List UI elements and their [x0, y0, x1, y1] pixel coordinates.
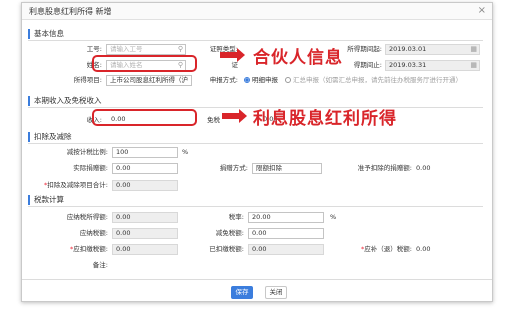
- radio-detail-label: 明细申报: [252, 76, 278, 84]
- dialog-header: 利息股息红利所得 新增 ×: [22, 3, 492, 20]
- deduct-total-label: *扣除及减除项目合计:: [30, 181, 108, 190]
- dialog-title: 利息股息红利所得 新增: [29, 7, 112, 16]
- stage: 利息股息红利所得 新增 × 基本信息 工号: 请输入工号 ⚲ 证照类型: 所得期…: [0, 0, 513, 315]
- remark-input[interactable]: [112, 260, 472, 271]
- section-income-title: 本期收入及免税收入: [28, 96, 102, 106]
- ratio-label: 减按计税比例:: [66, 148, 108, 156]
- donation-method-label: 捐赠方式:: [219, 164, 248, 172]
- refund-value: 0.00: [416, 245, 431, 253]
- ratio-input[interactable]: 100: [112, 147, 178, 158]
- allowed-donation-label: 准予扣除的捐赠额:: [357, 164, 412, 172]
- withheld-label: 已扣缴税额:: [209, 245, 244, 253]
- period-start-field[interactable]: 2019.03.01 ▦: [385, 44, 480, 55]
- annotation-dividend-income: 利息股息红利所得: [253, 109, 397, 129]
- rate-label: 税率:: [228, 213, 244, 221]
- should-withhold-field: 0.00: [112, 244, 178, 255]
- arrow-to-note2: [222, 109, 247, 123]
- project-label: 所得项目:: [73, 76, 102, 84]
- remark-label: 备注:: [92, 261, 108, 269]
- section-divider: [28, 143, 483, 144]
- section-divider: [28, 40, 483, 41]
- rate-unit: %: [330, 213, 337, 221]
- should-withhold-label: *应扣缴税额:: [42, 245, 108, 254]
- deduct-total-field: 0.00: [112, 180, 178, 191]
- radio-detail-declare[interactable]: 明细申报: [244, 76, 278, 85]
- annotation-partner-info: 合伙人信息: [253, 48, 343, 68]
- withheld-field: 0.00: [248, 244, 324, 255]
- refund-label: *应补（退）税额:: [340, 245, 412, 254]
- period-start-value: 2019.03.01: [389, 45, 427, 53]
- arrow-to-note1: [220, 48, 245, 62]
- search-icon[interactable]: ⚲: [178, 45, 183, 54]
- project-select[interactable]: 上市公司股息红利所得（沪: [106, 75, 192, 86]
- taxable-income-field: 0.00: [112, 212, 178, 223]
- refund-text: 应补（退）税额:: [364, 245, 412, 253]
- calendar-icon[interactable]: ▦: [470, 61, 477, 70]
- period-end-value: 2019.03.31: [389, 61, 427, 69]
- taxable-income-label: 应纳税所得额:: [66, 213, 108, 221]
- calendar-icon[interactable]: ▦: [470, 45, 477, 54]
- highlight-income-box: [92, 109, 197, 126]
- close-icon[interactable]: ×: [478, 4, 486, 18]
- should-withhold-text: 应扣缴税额:: [73, 245, 108, 253]
- donation-method-select[interactable]: 限额扣除: [252, 163, 322, 174]
- footer-divider: [22, 279, 492, 280]
- period-end-field[interactable]: 2019.03.31 ▦: [385, 60, 480, 71]
- rate-input[interactable]: 20.00: [248, 212, 324, 223]
- radio-unselected-icon: [285, 77, 291, 83]
- tax-payable-field: 0.00: [112, 228, 178, 239]
- tax-reduction-input[interactable]: 0.00: [248, 228, 324, 239]
- highlight-name-box: [92, 55, 197, 72]
- save-button[interactable]: 保存: [231, 286, 253, 299]
- actual-donation-label: 实际捐赠额:: [73, 164, 108, 172]
- employee-id-input[interactable]: 请输入工号 ⚲: [106, 44, 186, 55]
- radio-summary-declare[interactable]: 汇总申报（如需汇总申报，请先前往办税服务厅进行开通）: [285, 76, 462, 85]
- section-divider: [28, 206, 483, 207]
- actual-donation-input[interactable]: 0.00: [112, 163, 178, 174]
- employee-id-label: 工号:: [86, 45, 102, 53]
- section-basic-title: 基本信息: [28, 29, 64, 39]
- ratio-unit: %: [182, 148, 189, 156]
- id-number-label: 证: [231, 61, 239, 69]
- section-tax-title: 税款计算: [28, 195, 64, 205]
- tax-reduction-label: 减免税额:: [215, 229, 244, 237]
- allowed-donation-value: 0.00: [416, 164, 431, 172]
- section-deduct-title: 扣除及减除: [28, 132, 72, 142]
- close-button[interactable]: 关闭: [265, 286, 287, 299]
- employee-id-placeholder: 请输入工号: [110, 45, 143, 53]
- radio-summary-label: 汇总申报（如需汇总申报，请先前往办税服务厅进行开通）: [293, 76, 462, 84]
- deduct-total-text: 扣除及减除项目合计:: [47, 181, 108, 189]
- radio-selected-icon: [244, 77, 250, 83]
- tax-payable-label: 应纳税额:: [79, 229, 108, 237]
- declare-method-label: 申报方式:: [209, 76, 238, 84]
